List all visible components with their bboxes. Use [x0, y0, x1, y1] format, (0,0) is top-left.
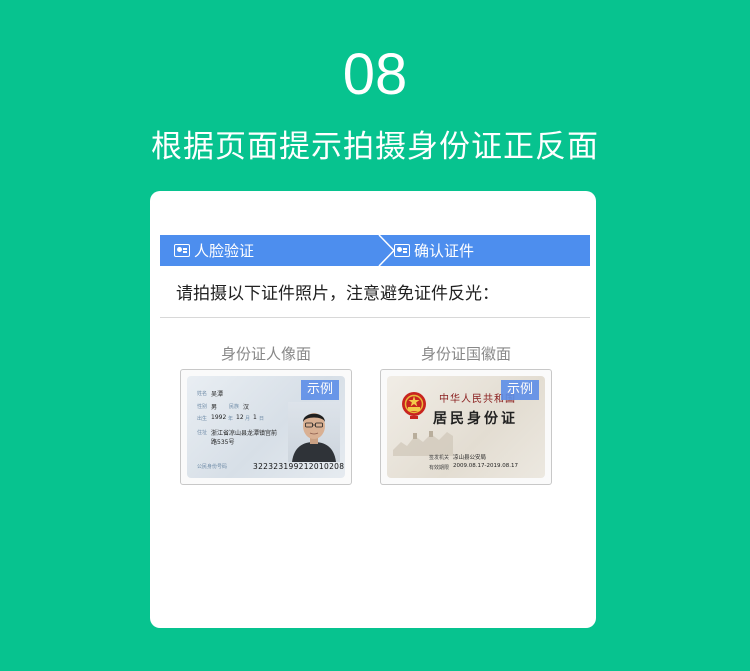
ethnic-value: 汉 — [243, 404, 250, 411]
step-label: 人脸验证 — [194, 242, 255, 260]
great-wall-pattern-icon — [393, 431, 453, 456]
id-card-front-image: 姓名 吴潭 性别 男 民族 汉 出生 1992 年 12 月 1 日 住址 浙江… — [187, 376, 345, 478]
validity-label: 有效期限 — [429, 465, 450, 471]
name-label: 姓名 — [197, 391, 208, 397]
day-unit: 日 — [259, 416, 265, 422]
step-title: 根据页面提示拍摄身份证正反面 — [151, 129, 599, 165]
id-card-back-image: 中华人民共和国 居民身份证 签发机关 凉山县公安局 有效期限 2009.08.1… — [387, 376, 545, 478]
step-number: 08 — [342, 42, 408, 107]
sex-label: 性别 — [197, 404, 208, 410]
sample-tag: 示例 — [501, 380, 539, 400]
address-line1: 浙江省凉山县龙潭镇宫前 — [211, 430, 278, 437]
instruction-text: 请拍摄以下证件照片，注意避免证件反光： — [176, 284, 499, 304]
validity-value: 2009.08.17-2019.08.17 — [453, 463, 518, 469]
name-value: 吴潭 — [211, 391, 224, 398]
year-unit: 年 — [228, 416, 234, 422]
id-card-icon — [174, 244, 190, 257]
birth-month: 12 — [236, 414, 244, 421]
ethnic-label: 民族 — [229, 404, 240, 410]
progress-steps-bar: 人脸验证 确认证件 — [160, 235, 590, 266]
issuing-authority-value: 凉山县公安局 — [453, 455, 487, 461]
issuing-authority-label: 签发机关 — [429, 455, 450, 461]
national-emblem-icon — [402, 392, 426, 419]
sex-value: 男 — [211, 404, 218, 411]
person-silhouette-icon — [292, 413, 336, 462]
birth-year: 1992 — [211, 414, 227, 421]
address-line2: 路535号 — [211, 439, 235, 446]
birth-day: 1 — [253, 414, 257, 421]
sample-tag: 示例 — [301, 380, 339, 400]
step-face-verification: 人脸验证 — [174, 235, 254, 266]
address-label: 住址 — [197, 430, 208, 436]
id-number-label: 公民身份号码 — [197, 464, 228, 470]
month-unit: 月 — [245, 416, 251, 422]
step-confirm-document: 确认证件 — [394, 235, 474, 266]
id-card-emblem-side[interactable]: 中华人民共和国 居民身份证 签发机关 凉山县公安局 有效期限 2009.08.1… — [380, 369, 552, 485]
id-card-portrait-side[interactable]: 姓名 吴潭 性别 男 民族 汉 出生 1992 年 12 月 1 日 住址 浙江… — [180, 369, 352, 485]
step-label: 确认证件 — [414, 242, 475, 260]
birth-label: 出生 — [197, 416, 208, 422]
divider — [160, 317, 590, 318]
id-card-icon — [394, 244, 410, 257]
card-label-portrait-side: 身份证人像面 — [220, 345, 311, 363]
card-label-emblem-side: 身份证国徽面 — [420, 345, 511, 363]
app-screenshot: 人脸验证 确认证件 请拍摄以下证件照片，注意避免证件反光： 身份证人像面 姓名 … — [150, 191, 596, 628]
id-number-value: 322323199212010208 — [253, 462, 345, 471]
portrait-photo — [288, 402, 340, 462]
